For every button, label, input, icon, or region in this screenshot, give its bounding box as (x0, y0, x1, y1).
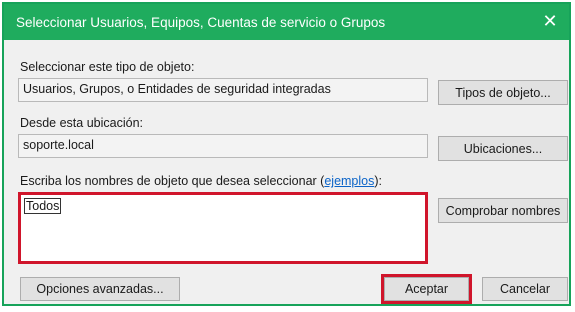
object-names-label: Escriba los nombres de objeto que desea … (20, 174, 382, 188)
object-type-value: Usuarios, Grupos, o Entidades de segurid… (23, 82, 331, 96)
location-label: Desde esta ubicación: (20, 116, 143, 130)
select-users-dialog: Seleccionar Usuarios, Equipos, Cuentas d… (2, 2, 571, 306)
object-names-value: Todos (24, 198, 62, 214)
object-type-label: Seleccionar este tipo de objeto: (20, 60, 195, 74)
locations-button[interactable]: Ubicaciones... (438, 136, 568, 161)
cancel-button[interactable]: Cancelar (482, 277, 568, 301)
ok-button[interactable]: Aceptar (384, 277, 469, 301)
close-icon[interactable]: ✕ (539, 10, 561, 32)
object-names-label-prefix: Escriba los nombres de objeto que desea … (20, 174, 325, 188)
examples-link[interactable]: ejemplos (324, 174, 374, 188)
object-types-button[interactable]: Tipos de objeto... (438, 80, 568, 105)
location-field: soporte.local (18, 134, 428, 158)
title-bar: Seleccionar Usuarios, Equipos, Cuentas d… (4, 4, 569, 40)
object-type-field: Usuarios, Grupos, o Entidades de segurid… (18, 78, 428, 102)
object-names-input[interactable]: Todos (18, 192, 428, 264)
check-names-button[interactable]: Comprobar nombres (438, 198, 568, 223)
dialog-title: Seleccionar Usuarios, Equipos, Cuentas d… (16, 15, 386, 30)
location-value: soporte.local (23, 138, 94, 152)
advanced-options-button[interactable]: Opciones avanzadas... (20, 277, 180, 301)
object-names-label-suffix: ): (374, 174, 383, 188)
